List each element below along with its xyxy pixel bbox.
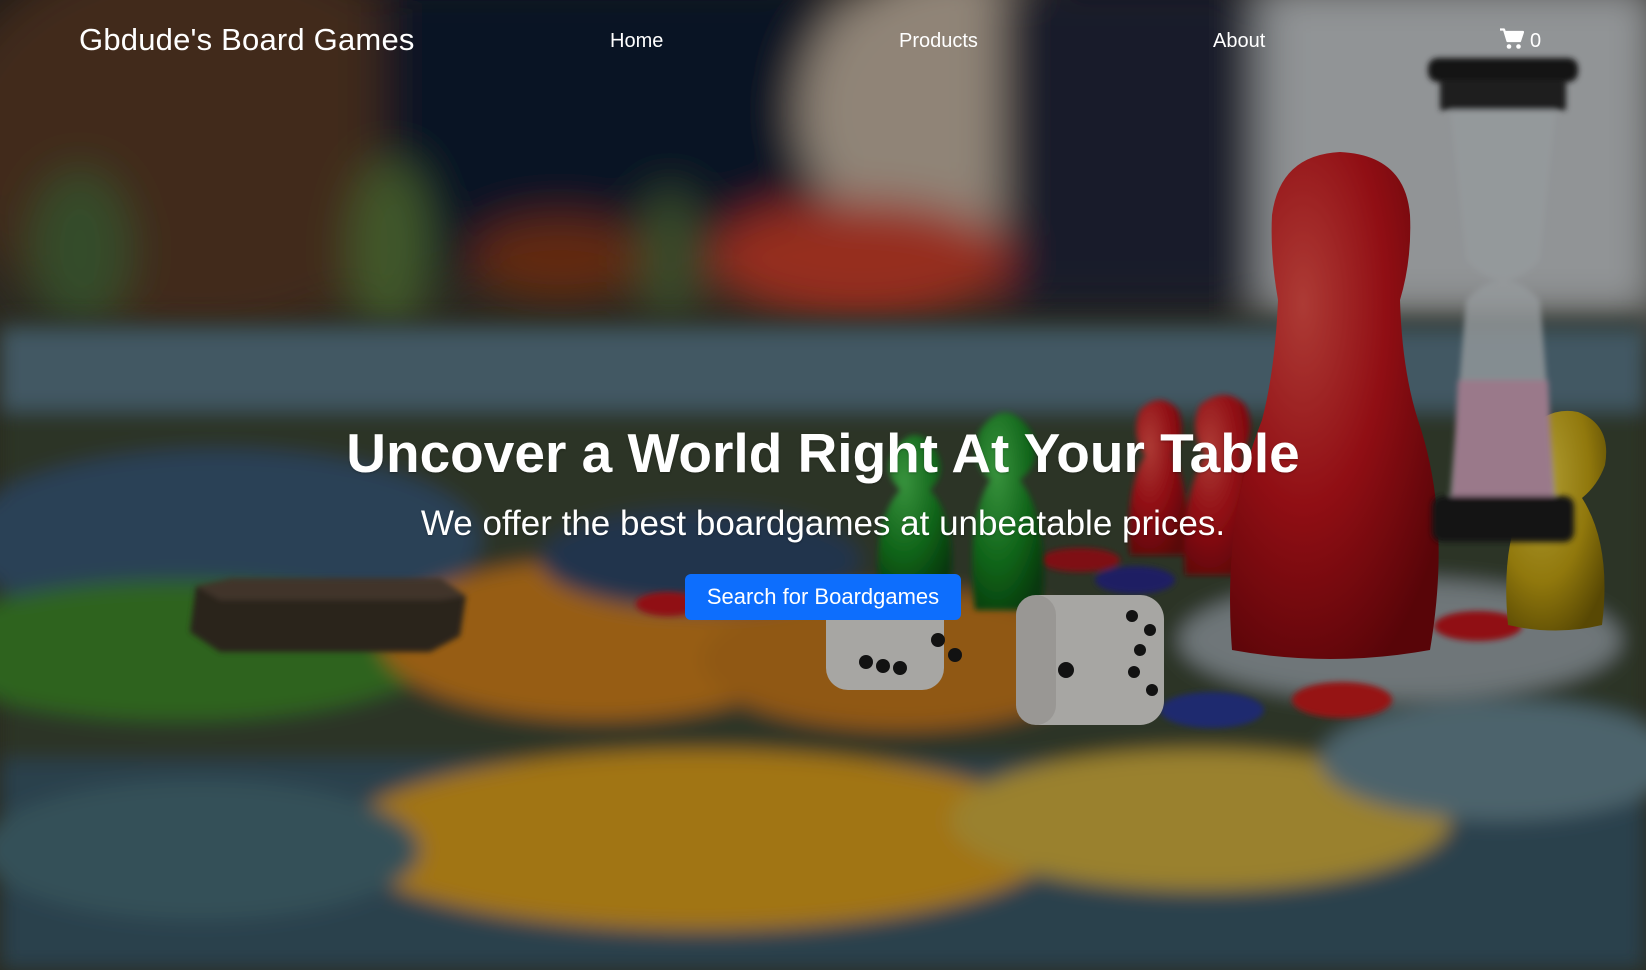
nav-link-home[interactable]: Home xyxy=(610,30,663,53)
hero-title: Uncover a World Right At Your Table xyxy=(346,422,1300,484)
hero-subtitle: We offer the best boardgames at unbeatab… xyxy=(420,504,1226,543)
hero-section: Uncover a World Right At Your Table We o… xyxy=(0,418,1646,620)
brand-logo-link[interactable]: Gbdude's Board Games xyxy=(79,22,415,58)
cart-count: 0 xyxy=(1530,30,1542,52)
shopping-cart-icon xyxy=(1498,28,1525,55)
navbar: Gbdude's Board Games Home Products About… xyxy=(0,0,1646,86)
cart-button[interactable]: 0 xyxy=(1498,28,1542,55)
page: Gbdude's Board Games Home Products About… xyxy=(0,0,1646,970)
nav-link-products[interactable]: Products xyxy=(899,30,978,53)
nav-link-about[interactable]: About xyxy=(1213,30,1265,53)
search-boardgames-button[interactable]: Search for Boardgames xyxy=(684,574,962,620)
